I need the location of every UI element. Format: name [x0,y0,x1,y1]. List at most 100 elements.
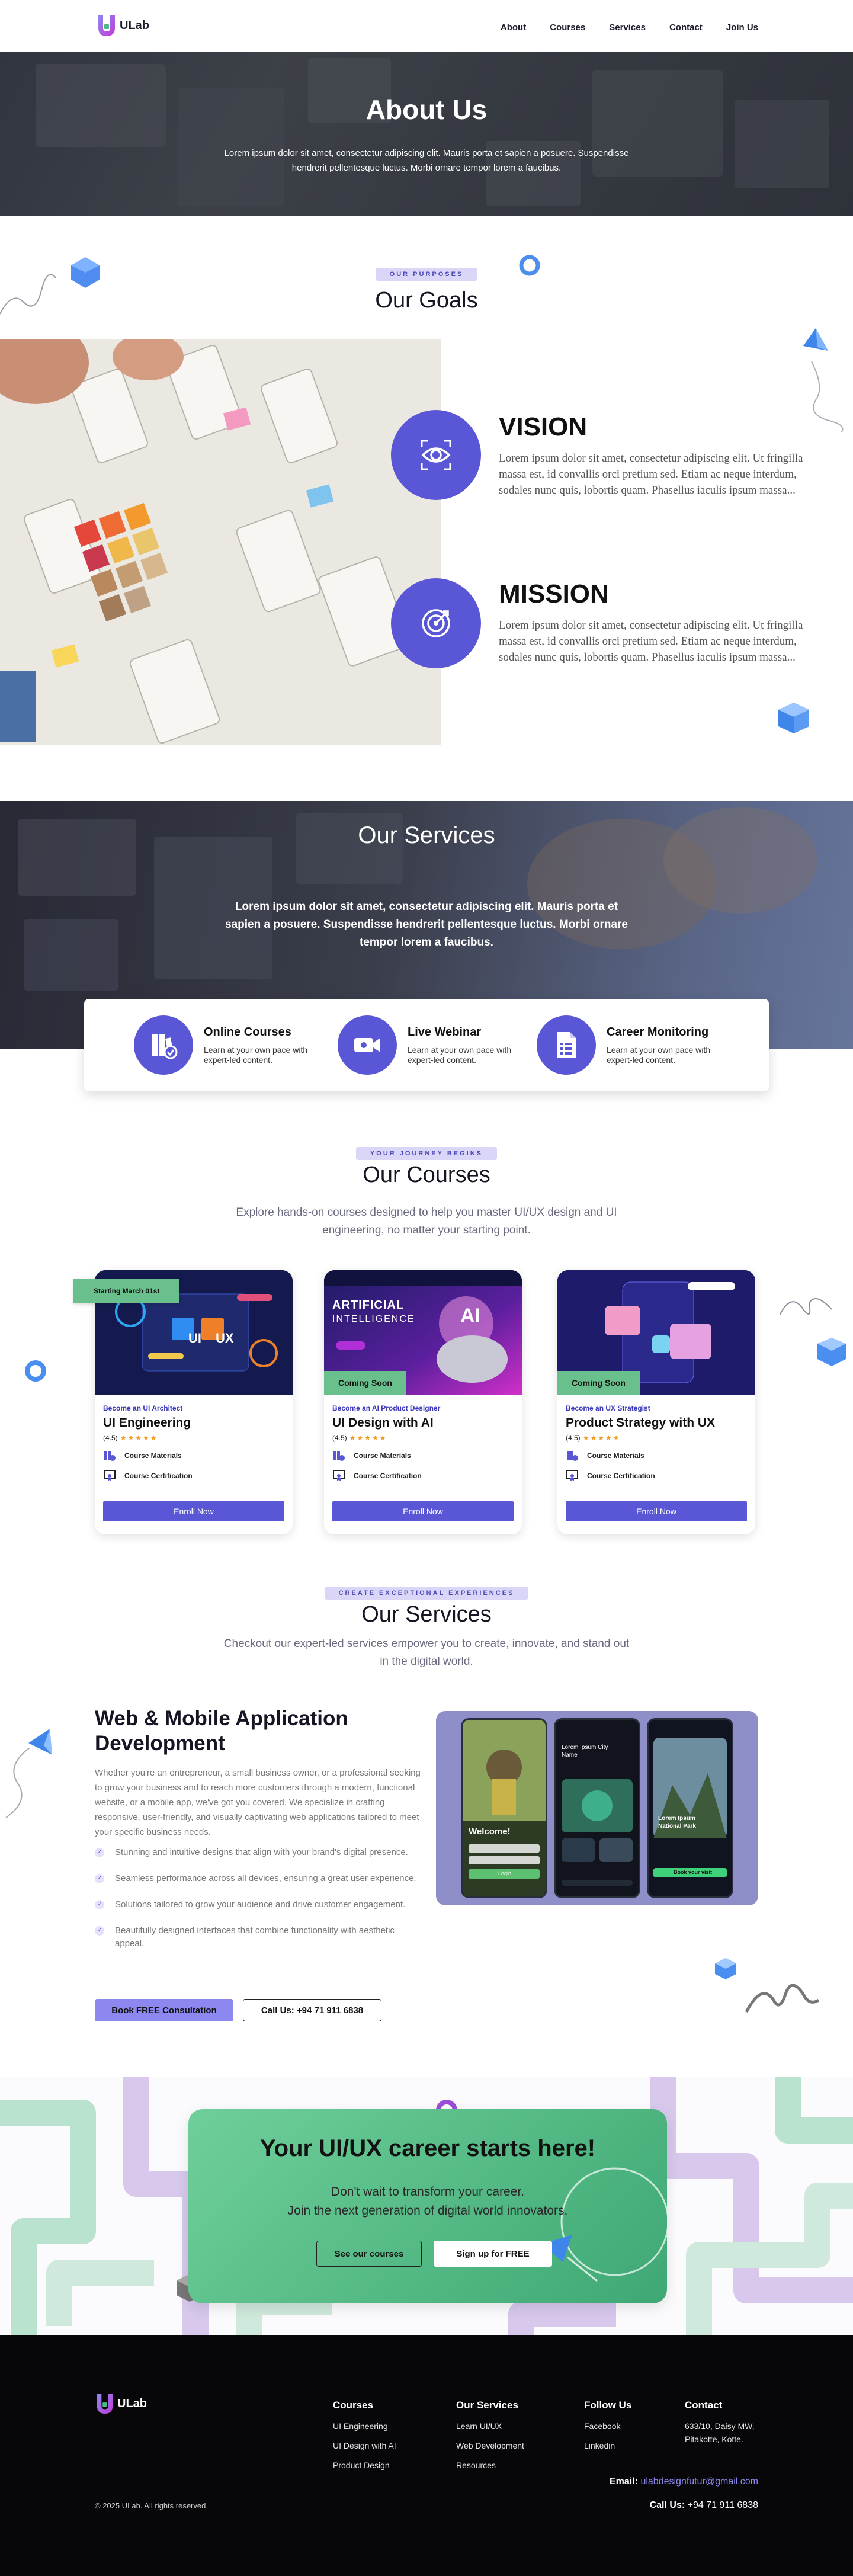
footer-column-contact: Contact 633/10, Daisy MW, Pitakotte, Kot… [685,2399,755,2453]
footer-column-title: Contact [685,2399,723,2411]
star-rating-icon: ★★★★★ [582,1434,621,1442]
course-art-subtitle: INTELLIGENCE [332,1314,415,1324]
ux-label: UX [216,1331,234,1345]
bullet-text: Seamless performance across all devices,… [115,1873,416,1883]
feature-title: Web & Mobile Application Development [95,1707,348,1755]
phone-book-button: Book your visit [674,1869,713,1875]
footer-link[interactable]: Learn UI/UX [456,2421,524,2431]
certificate-icon [566,1470,578,1481]
phone-label: Call Us: [649,2500,685,2510]
services-card: Online Courses Learn at your own pace wit… [84,999,769,1091]
email-link[interactable]: ulabdesignfutur@gmail.com [640,2476,758,2487]
phone-welcome-text: Welcome! [469,1827,511,1837]
bullet-text: Solutions tailored to grow your audience… [115,1899,406,1909]
ui-label: UI [188,1331,201,1345]
mobile-app-mockup: Welcome! Login Lorem Ipsum City Name Lor… [436,1711,758,1905]
site-header: ULab About Courses Services Contact Join… [0,0,853,52]
footer-logo-icon [97,2394,113,2414]
service-live-webinar[interactable]: Live Webinar Learn at your own pace with … [338,1015,526,1075]
pyramid-decoration [802,327,829,357]
bullet-text: Stunning and intuitive designs that alig… [115,1847,408,1857]
service-text: Learn at your own pace with expert-led c… [204,1045,308,1065]
logo[interactable]: ULab [96,11,149,40]
course-title: UI Engineering [103,1416,191,1430]
course-rating: (4.5) ★★★★★ [332,1434,514,1442]
materials-icon [333,1451,345,1461]
hero-banner: About Us Lorem ipsum dolor sit amet, con… [0,52,853,216]
certificate-icon [104,1470,116,1481]
enroll-button[interactable]: Enroll Now [103,1501,284,1521]
service-online-courses[interactable]: Online Courses Learn at your own pace wit… [134,1015,322,1075]
mission-title: MISSION [499,579,609,608]
bullet-item: ✓ Seamless performance across all devices… [95,1872,421,1885]
logo-text: ULab [120,18,149,32]
service-career-monitoring[interactable]: Career Monitoring Learn at your own pace … [537,1015,725,1075]
star-rating-icon: ★★★★★ [349,1434,387,1442]
mission-text: Lorem ipsum dolor sit amet, consectetur … [499,619,803,664]
rating-value: (4.5) [332,1434,347,1442]
course-role: Become an UI Architect [103,1404,183,1412]
materials-label: Course Materials [354,1452,411,1460]
course-materials: Course Materials [566,1449,747,1462]
course-card-product-strategy[interactable]: Coming Soon Become an UX Strategist Prod… [557,1270,755,1534]
goals-title: Our Goals [375,288,478,313]
document-icon [537,1015,596,1075]
cta-card: Your UI/UX career starts here! Don't wai… [188,2109,667,2303]
footer-column-follow: Follow Us Facebook Linkedin [584,2399,631,2460]
phone-login-button: Login [498,1870,512,1876]
certification-label: Course Certification [587,1472,655,1480]
book-consultation-button[interactable]: Book FREE Consultation [95,1999,233,2021]
footer-logo[interactable]: ULab [95,2391,147,2416]
services-subtitle: Checkout our expert-led services empower… [223,1638,630,1668]
call-us-button[interactable]: Call Us: +94 71 911 6838 [243,1999,381,2021]
cube-decoration-courses [815,1335,848,1372]
nav-courses[interactable]: Courses [550,23,585,33]
mission-target-icon [391,578,481,668]
service-title: Career Monitoring [607,1025,709,1039]
footer-link[interactable]: Product Design [333,2460,396,2471]
footer-link-facebook[interactable]: Facebook [584,2421,631,2431]
footer-address-line: Pitakotte, Kotte. [685,2434,743,2444]
logo-icon [96,12,117,39]
check-icon: ✓ [95,1926,104,1936]
footer-link[interactable]: Resources [456,2460,524,2471]
certification-label: Course Certification [354,1472,422,1480]
nav-join-us[interactable]: Join Us [726,23,758,33]
goals-badge-wrap: OUR PURPOSES [0,268,853,281]
course-card-ui-engineering[interactable]: UI UX Become an UI Architect UI Engineer… [95,1270,293,1534]
materials-icon [104,1451,116,1461]
feature-text: Whether you're an entrepreneur, a small … [95,1768,421,1837]
certification-label: Course Certification [124,1472,193,1480]
cta-title: Your UI/UX career starts here! [259,2135,596,2161]
nav-about[interactable]: About [501,23,526,33]
enroll-button[interactable]: Enroll Now [566,1501,747,1521]
footer-link[interactable]: UI Engineering [333,2421,396,2431]
cube-decoration-services [713,1956,738,1984]
materials-label: Course Materials [587,1452,644,1460]
course-card-ui-design-ai[interactable]: ARTIFICIAL INTELLIGENCE AI Coming Soon B… [324,1270,522,1534]
course-materials: Course Materials [332,1449,514,1462]
footer-link[interactable]: UI Design with AI [333,2440,396,2451]
bullet-item: ✓ Stunning and intuitive designs that ali… [95,1846,421,1859]
course-body: Become an UI Architect UI Engineering (4… [103,1404,284,1482]
enroll-button[interactable]: Enroll Now [332,1501,514,1521]
services-banner-text: Lorem ipsum dolor sit amet, consectetur … [225,901,628,949]
course-certification: Course Certification [103,1469,284,1482]
phone-number[interactable]: +94 71 911 6838 [688,2500,758,2510]
course-certification: Course Certification [332,1469,514,1482]
phone-city-title: Lorem Ipsum City Name [562,1744,608,1758]
see-courses-button[interactable]: See our courses [316,2241,422,2267]
course-art-title: ARTIFICIAL [332,1299,405,1312]
nav-contact[interactable]: Contact [669,23,703,33]
nav-services[interactable]: Services [609,23,646,33]
signup-free-button[interactable]: Sign up for FREE [434,2241,552,2267]
cube-decoration [776,700,812,739]
footer-link-linkedin[interactable]: Linkedin [584,2440,631,2451]
vision-text: Lorem ipsum dolor sit amet, consectetur … [499,452,803,496]
footer-link[interactable]: Web Development [456,2440,524,2451]
email-label: Email: [609,2476,638,2487]
cta-subtitle-line1: Don't wait to transform your career. [331,2185,525,2199]
footer-column-title: Courses [333,2399,374,2411]
hero-background-image [0,52,853,216]
certificate-icon [333,1470,345,1481]
